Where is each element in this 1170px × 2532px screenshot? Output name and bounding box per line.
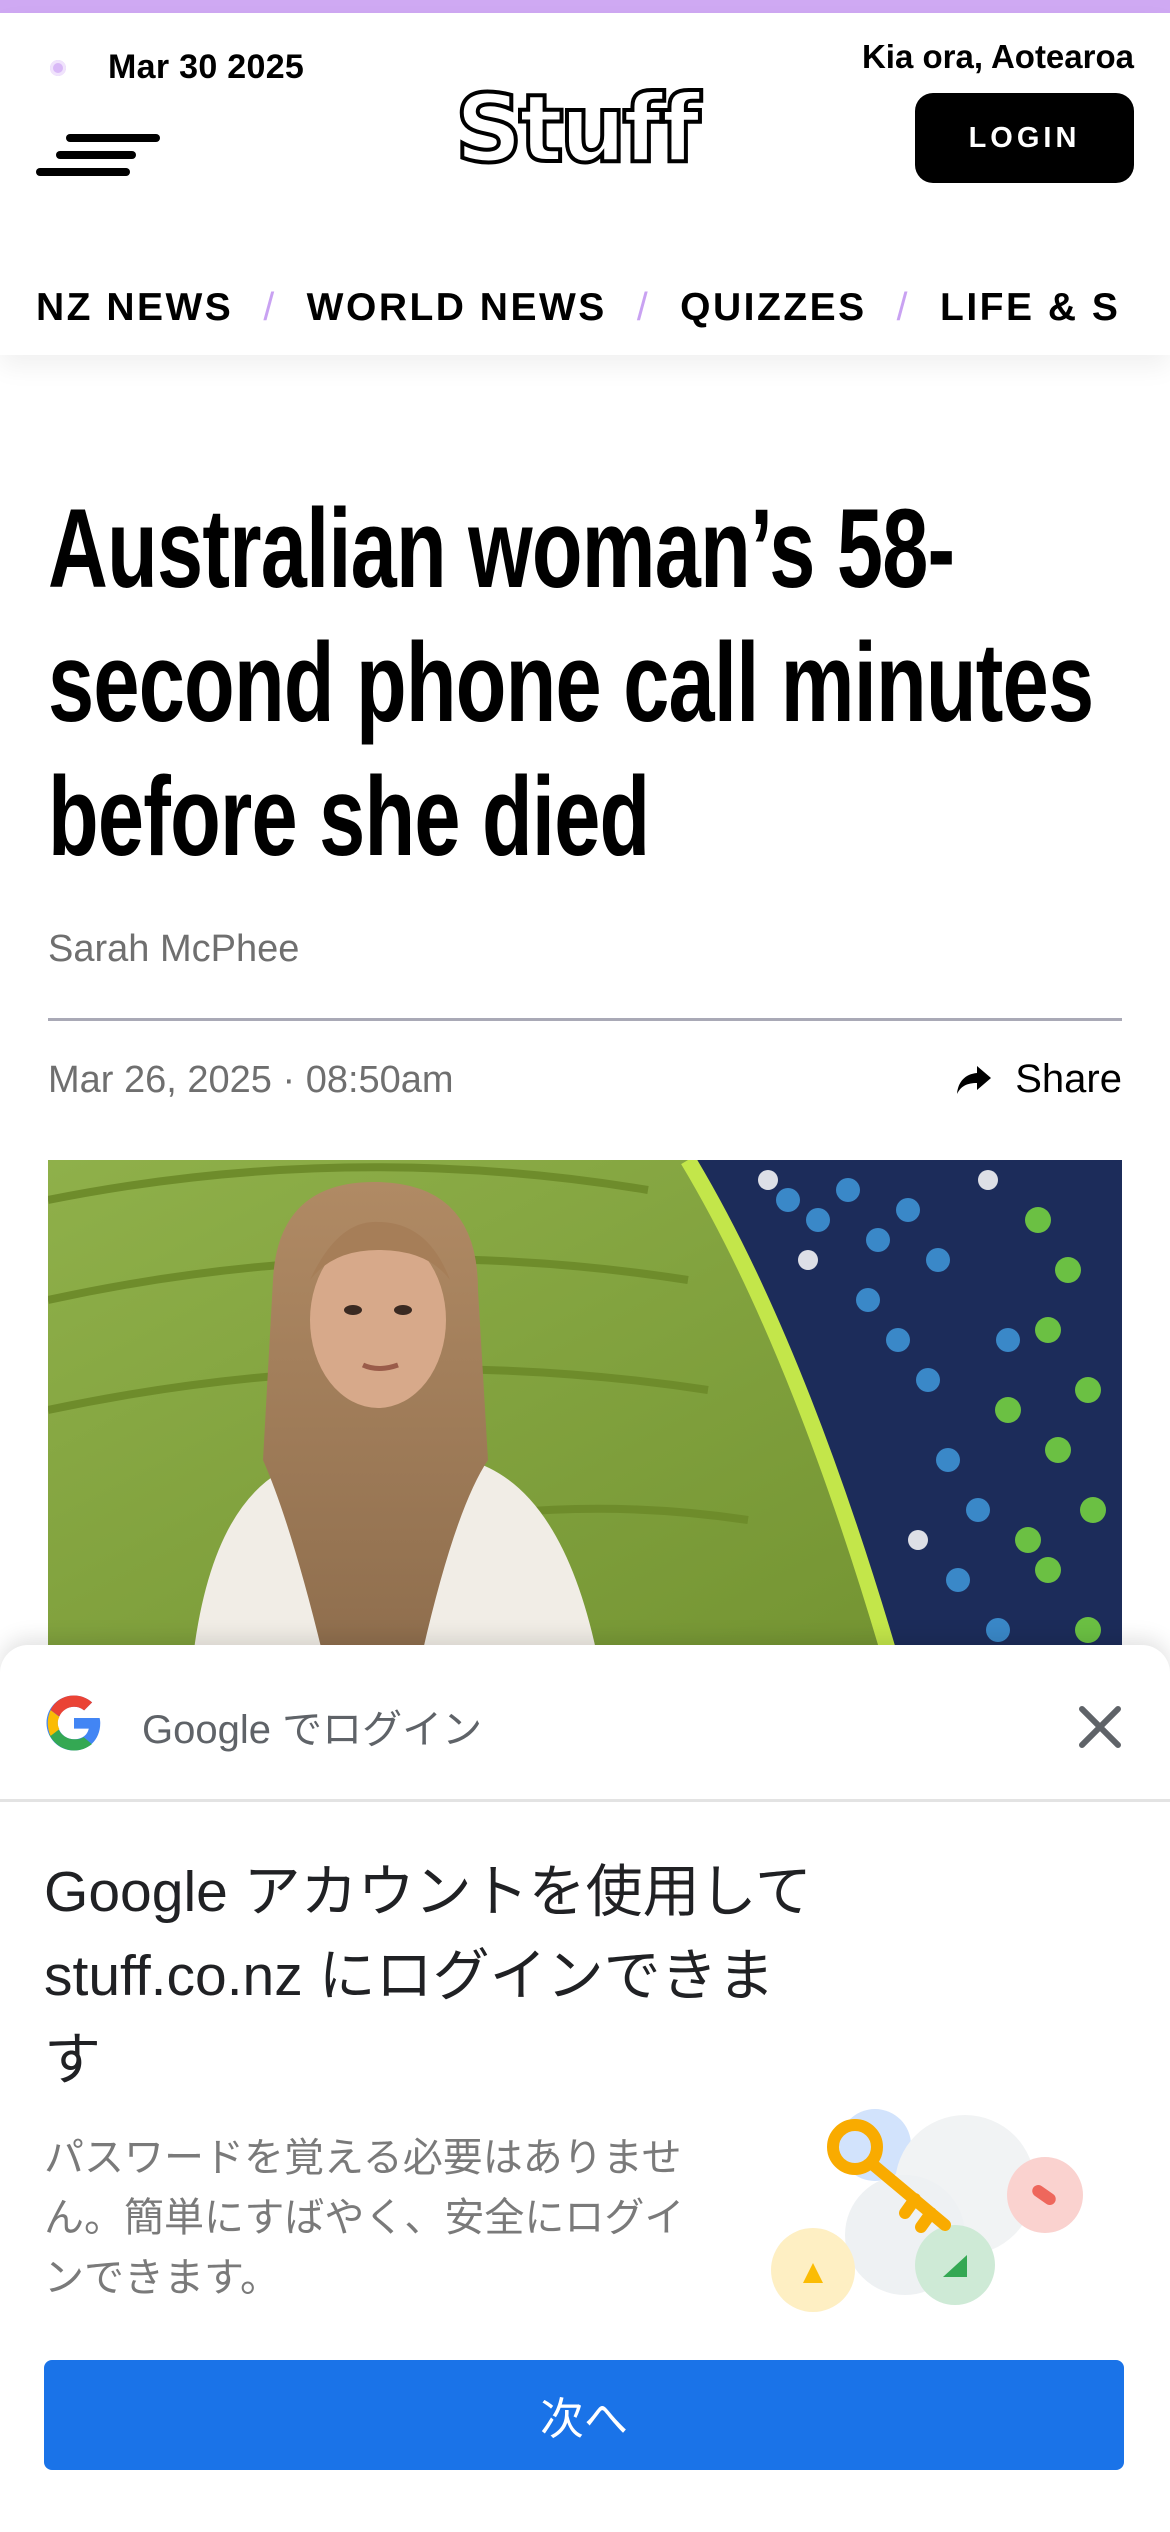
next-button[interactable]: 次へ: [44, 2360, 1124, 2470]
signin-description: パスワードを覚える必要はありません。簡単にすばやく、安全にログインできます。: [44, 2136, 685, 2300]
share-arrow-icon: [957, 1065, 992, 1094]
header-date: Mar 30 2025: [108, 48, 305, 86]
nav-separator: /: [636, 286, 651, 329]
date-indicator-dot: [50, 60, 66, 76]
header-greeting: Kia ora, Aotearoa: [861, 38, 1134, 75]
nav-item-nz-news[interactable]: NZ NEWS: [36, 286, 233, 330]
nav-item-quizzes[interactable]: QUIZZES: [680, 286, 867, 330]
menu-line: [66, 134, 160, 142]
nav-separator: /: [896, 286, 911, 329]
login-button[interactable]: LOGIN: [915, 93, 1134, 183]
article-author[interactable]: Sarah McPhee: [48, 928, 299, 971]
nav-item-life-style[interactable]: LIFE & S: [940, 286, 1120, 330]
site-header: Mar 30 2025 Kia ora, Aotearoa Stuff LOGI…: [0, 13, 1170, 355]
stuff-logo[interactable]: Stuff: [453, 81, 702, 179]
top-accent-bar: [0, 0, 1170, 13]
share-label: Share: [1015, 1057, 1122, 1101]
menu-line: [56, 151, 136, 159]
nav-item-world-news[interactable]: WORLD NEWS: [307, 286, 607, 330]
article-headline: Australian woman’s 58-second phone call …: [48, 486, 1094, 879]
key-illustration-icon: [771, 2109, 1083, 2312]
close-icon[interactable]: [1070, 1697, 1130, 1757]
hamburger-menu-button[interactable]: [36, 120, 160, 190]
section-nav: NZ NEWS / WORLD NEWS / QUIZZES / LIFE & S: [36, 286, 1120, 330]
signin-heading: Google アカウントを使用して stuff.co.nz にログインできます: [44, 1860, 812, 2092]
google-g-icon: [46, 1695, 101, 1751]
google-signin-sheet: Google でログイン Google アカウントを使用して stuff.co.…: [0, 1645, 1170, 2532]
share-button[interactable]: Share: [955, 1057, 1122, 1102]
divider: [48, 1018, 1122, 1021]
article-published-date: Mar 26, 2025 · 08:50am: [48, 1059, 454, 1101]
sheet-header: Google でログイン: [0, 1645, 1170, 1802]
sheet-title: Google でログイン: [142, 1708, 483, 1752]
menu-line: [36, 168, 130, 176]
nav-separator: /: [263, 286, 277, 329]
hero-photo: [48, 1160, 1122, 1720]
article-hero-image[interactable]: [48, 1160, 1122, 1720]
